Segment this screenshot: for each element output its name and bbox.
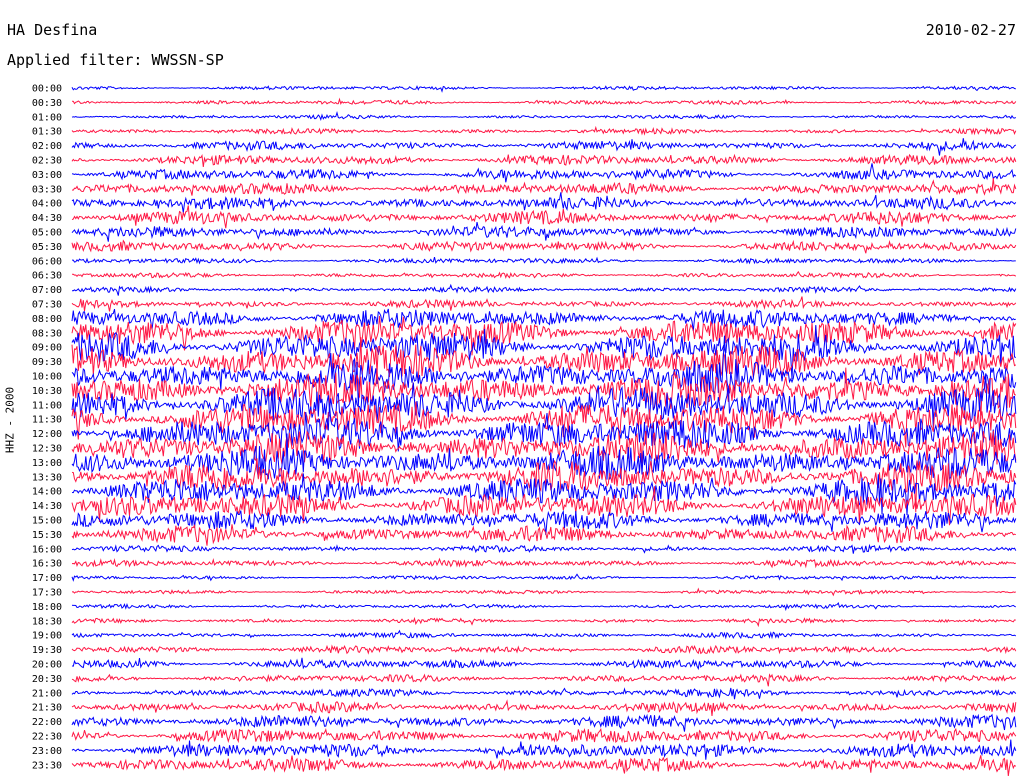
time-tick-0700: 07:00 bbox=[32, 285, 62, 296]
helicorder-view: 00:00 00:30 01:00 01:30 02:00 02:30 03:00 03:30… bbox=[0, 0, 1024, 780]
time-tick-1500: 15:00 bbox=[32, 516, 62, 527]
time-tick-2330: 23:30 bbox=[32, 760, 62, 771]
time-tick-2100: 21:00 bbox=[32, 688, 62, 699]
trace-row-2330 bbox=[71, 755, 1017, 776]
trace-row-0030 bbox=[71, 97, 1017, 106]
trace-row-1800 bbox=[71, 602, 1017, 612]
trace-row-2230 bbox=[71, 727, 1017, 744]
trace-row-0330 bbox=[71, 178, 1017, 196]
time-tick-1530: 15:30 bbox=[32, 530, 62, 541]
time-tick-0430: 04:30 bbox=[32, 213, 62, 224]
channel-label: HHZ - 2000 bbox=[3, 386, 17, 454]
record-date: 2010-02-27 bbox=[925, 21, 1016, 39]
trace-row-1830 bbox=[71, 616, 1016, 628]
time-tick-1230: 12:30 bbox=[32, 444, 62, 455]
time-tick-0400: 04:00 bbox=[32, 199, 62, 210]
trace-row-0630 bbox=[71, 270, 1017, 280]
time-tick-0930: 09:30 bbox=[32, 357, 62, 368]
station-title: HA Desfina bbox=[7, 21, 98, 39]
time-tick-labels: 00:00 00:30 01:00 01:30 02:00 02:30 03:00 03:30… bbox=[32, 84, 62, 772]
time-tick-2200: 22:00 bbox=[32, 717, 62, 728]
time-tick-0730: 07:30 bbox=[32, 300, 62, 311]
helicorder-plot: 00:00 00:30 01:00 01:30 02:00 02:30 03:00 03:30… bbox=[32, 84, 1017, 776]
trace-row-0700 bbox=[72, 283, 1017, 296]
time-tick-0130: 01:30 bbox=[32, 127, 62, 138]
trace-row-0730 bbox=[71, 296, 1017, 312]
time-tick-0800: 08:00 bbox=[32, 314, 62, 325]
time-tick-0300: 03:00 bbox=[32, 170, 62, 181]
time-tick-0030: 00:30 bbox=[32, 98, 62, 109]
time-tick-2130: 21:30 bbox=[32, 703, 62, 714]
trace-row-1900 bbox=[71, 629, 1017, 640]
trace-row-0400 bbox=[71, 192, 1017, 213]
trace-lines bbox=[71, 85, 1017, 776]
trace-row-0430 bbox=[71, 205, 1017, 229]
trace-row-2100 bbox=[71, 687, 1017, 700]
time-tick-1300: 13:00 bbox=[32, 458, 62, 469]
trace-row-0100 bbox=[71, 111, 1017, 122]
time-tick-1630: 16:30 bbox=[32, 559, 62, 570]
time-tick-0100: 01:00 bbox=[32, 112, 62, 123]
time-tick-1700: 17:00 bbox=[32, 573, 62, 584]
time-tick-0330: 03:30 bbox=[32, 184, 62, 195]
time-tick-1330: 13:30 bbox=[32, 472, 62, 483]
trace-row-0000 bbox=[71, 85, 1016, 93]
time-tick-1930: 19:30 bbox=[32, 645, 62, 656]
trace-row-1630 bbox=[71, 557, 1016, 569]
trace-row-0500 bbox=[71, 221, 1017, 242]
trace-row-1600 bbox=[71, 543, 1017, 554]
time-tick-0630: 06:30 bbox=[32, 271, 62, 282]
time-tick-1200: 12:00 bbox=[32, 429, 62, 440]
trace-row-1730 bbox=[71, 587, 1016, 597]
trace-row-0200 bbox=[71, 138, 1017, 156]
trace-row-1000 bbox=[71, 335, 1017, 407]
time-tick-0530: 05:30 bbox=[32, 242, 62, 253]
time-tick-1830: 18:30 bbox=[32, 616, 62, 627]
trace-row-2000 bbox=[71, 657, 1017, 671]
time-tick-0200: 02:00 bbox=[32, 141, 62, 152]
time-tick-2230: 22:30 bbox=[32, 732, 62, 743]
trace-row-2300 bbox=[71, 739, 1017, 760]
time-tick-0830: 08:30 bbox=[32, 328, 62, 339]
trace-row-0600 bbox=[72, 256, 1016, 265]
trace-row-2030 bbox=[71, 673, 1017, 687]
time-tick-1000: 10:00 bbox=[32, 372, 62, 383]
time-tick-1900: 19:00 bbox=[32, 631, 62, 642]
trace-row-1530 bbox=[71, 523, 1016, 546]
trace-row-1700 bbox=[71, 573, 1016, 582]
time-tick-0500: 05:00 bbox=[32, 228, 62, 239]
time-tick-1400: 14:00 bbox=[32, 487, 62, 498]
trace-row-0530 bbox=[71, 239, 1017, 254]
trace-row-0300 bbox=[71, 163, 1017, 183]
time-tick-1030: 10:30 bbox=[32, 386, 62, 397]
trace-row-2130 bbox=[71, 699, 1017, 716]
time-tick-0000: 00:00 bbox=[32, 84, 62, 95]
time-tick-0900: 09:00 bbox=[32, 343, 62, 354]
time-tick-1730: 17:30 bbox=[32, 588, 62, 599]
time-tick-1100: 11:00 bbox=[32, 400, 62, 411]
time-tick-2300: 23:00 bbox=[32, 746, 62, 757]
time-tick-1600: 16:00 bbox=[32, 544, 62, 555]
time-tick-0600: 06:00 bbox=[32, 256, 62, 267]
trace-row-2200 bbox=[71, 713, 1017, 732]
time-tick-1130: 11:30 bbox=[32, 415, 62, 426]
time-tick-1430: 14:30 bbox=[32, 501, 62, 512]
time-tick-0230: 02:30 bbox=[32, 156, 62, 167]
time-tick-1800: 18:00 bbox=[32, 602, 62, 613]
trace-row-1930 bbox=[71, 644, 1017, 655]
filter-label: Applied filter: WWSSN-SP bbox=[7, 51, 224, 69]
time-tick-2000: 20:00 bbox=[32, 660, 62, 671]
trace-row-0230 bbox=[71, 153, 1017, 167]
time-tick-2030: 20:30 bbox=[32, 674, 62, 685]
trace-row-0130 bbox=[71, 125, 1017, 136]
trace-row-1030 bbox=[71, 367, 1017, 419]
